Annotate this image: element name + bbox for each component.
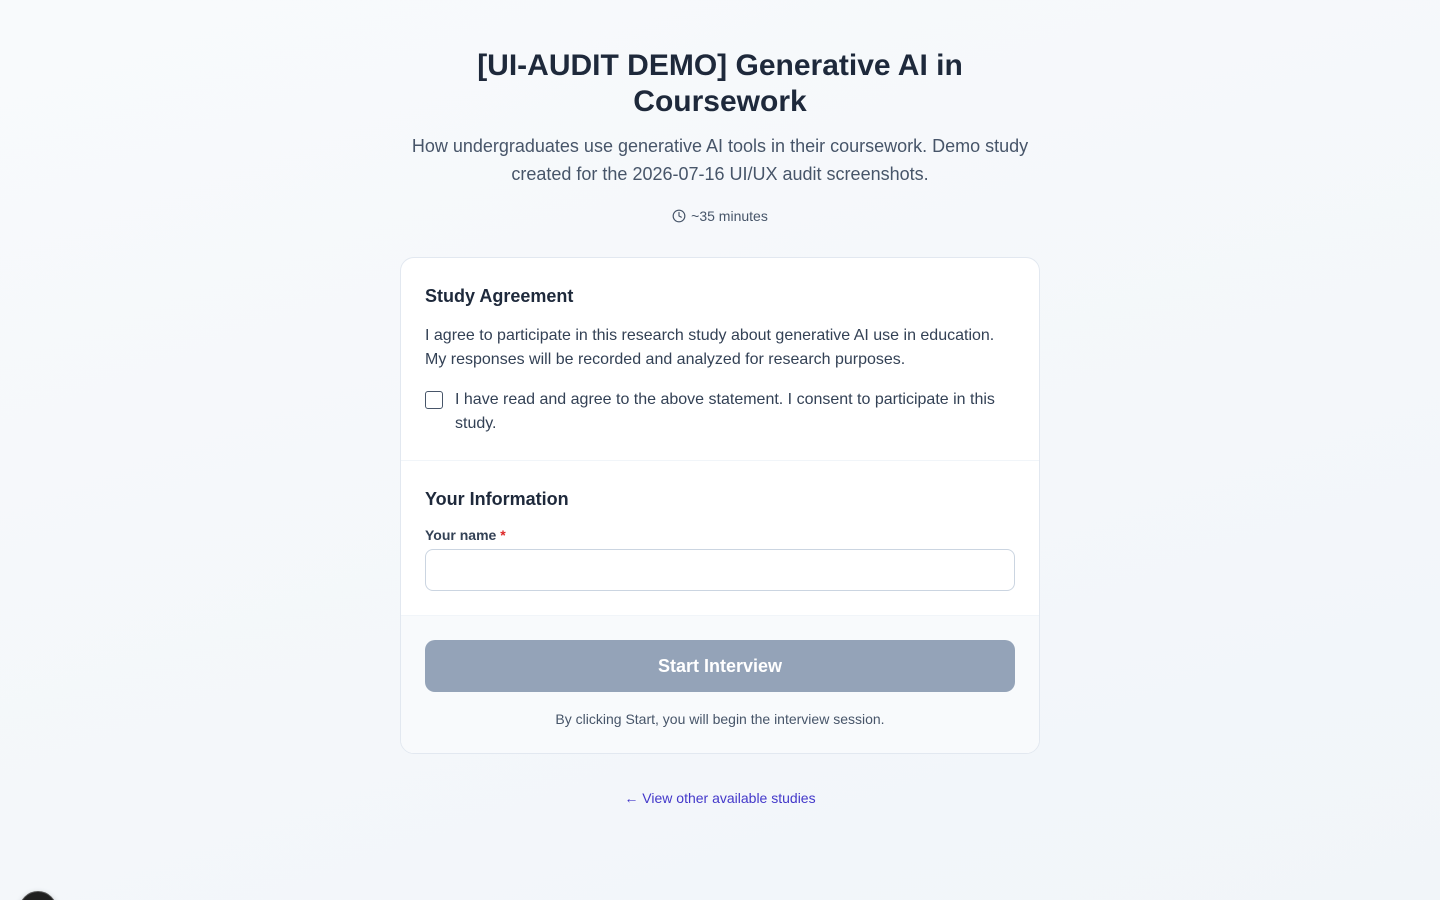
consent-label: I have read and agree to the above state… [455, 391, 995, 432]
start-note: By clicking Start, you will begin the in… [555, 711, 885, 727]
name-input[interactable] [425, 549, 1015, 591]
required-marker: * [500, 527, 506, 543]
clock-icon [672, 209, 686, 223]
study-description: How undergraduates use generative AI too… [411, 136, 1029, 184]
information-heading: Your Information [425, 489, 569, 509]
study-duration: ~35 minutes [400, 206, 1040, 226]
dev-tools-badge[interactable]: N [19, 891, 57, 900]
agreement-heading: Study Agreement [425, 286, 574, 306]
consent-option[interactable]: I have read and agree to the above state… [425, 388, 1015, 436]
start-interview-button[interactable]: Start Interview [425, 640, 1015, 692]
agreement-text: I agree to participate in this research … [425, 327, 995, 368]
your-information-section: Your Information Your name * [401, 461, 1039, 616]
back-link-container: ← View other available studies [0, 788, 1440, 808]
name-label-text: Your name [425, 527, 497, 543]
name-field-label: Your name * [425, 525, 1015, 545]
study-agreement-section: Study Agreement I agree to participate i… [401, 258, 1039, 461]
start-section: Start Interview By clicking Start, you w… [401, 616, 1039, 753]
consent-card: Study Agreement I agree to participate i… [400, 257, 1040, 754]
study-header: [UI-AUDIT DEMO] Generative AI in Coursew… [400, 48, 1040, 226]
duration-text: ~35 minutes [691, 208, 768, 224]
page-title: [UI-AUDIT DEMO] Generative AI in Coursew… [477, 49, 963, 118]
consent-checkbox[interactable] [425, 391, 443, 409]
view-other-studies-link[interactable]: ← View other available studies [624, 790, 815, 806]
